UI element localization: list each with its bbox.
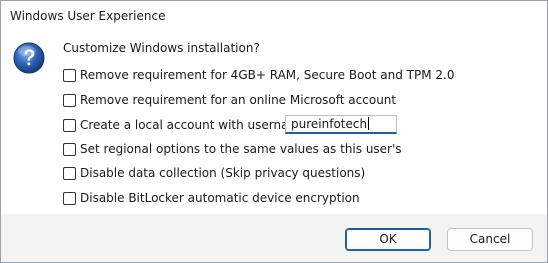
dialog-heading: Customize Windows installation? [63, 41, 260, 55]
ok-button[interactable]: OK [345, 228, 431, 251]
option-bypass-requirements[interactable]: Remove requirement for 4GB+ RAM, Secure … [63, 67, 454, 83]
option-disable-data-collection[interactable]: Disable data collection (Skip privacy qu… [63, 165, 365, 181]
checkbox[interactable] [63, 93, 76, 107]
option-label: Remove requirement for 4GB+ RAM, Secure … [80, 68, 455, 82]
option-local-account[interactable]: Create a local account with username: [63, 117, 312, 133]
checkbox[interactable] [63, 166, 76, 180]
checkbox[interactable] [63, 68, 76, 82]
text-caret [368, 117, 370, 130]
cancel-button[interactable]: Cancel [447, 228, 533, 251]
option-remove-online-account[interactable]: Remove requirement for an online Microso… [63, 92, 396, 108]
dialog-content: Customize Windows installation? Remove r… [1, 31, 547, 214]
question-icon [13, 42, 45, 74]
dialog-footer: OK Cancel [1, 214, 547, 262]
option-label: Remove requirement for an online Microso… [80, 93, 397, 107]
checkbox[interactable] [63, 191, 76, 205]
option-label: Set regional options to the same values … [80, 142, 402, 156]
option-label: Create a local account with username: [80, 118, 312, 132]
option-regional-settings[interactable]: Set regional options to the same values … [63, 141, 402, 157]
checkbox[interactable] [63, 142, 76, 156]
option-label: Disable BitLocker automatic device encry… [80, 191, 360, 205]
dialog-window: Windows User Experience Customize Window… [0, 0, 548, 263]
option-label: Disable data collection (Skip privacy qu… [80, 166, 366, 180]
window-title: Windows User Experience [10, 9, 166, 23]
title-bar[interactable]: Windows User Experience [1, 1, 547, 31]
username-value: pureinfotech [291, 117, 368, 131]
username-input[interactable]: pureinfotech [285, 115, 397, 134]
option-disable-bitlocker[interactable]: Disable BitLocker automatic device encry… [63, 190, 360, 206]
checkbox[interactable] [63, 118, 76, 132]
